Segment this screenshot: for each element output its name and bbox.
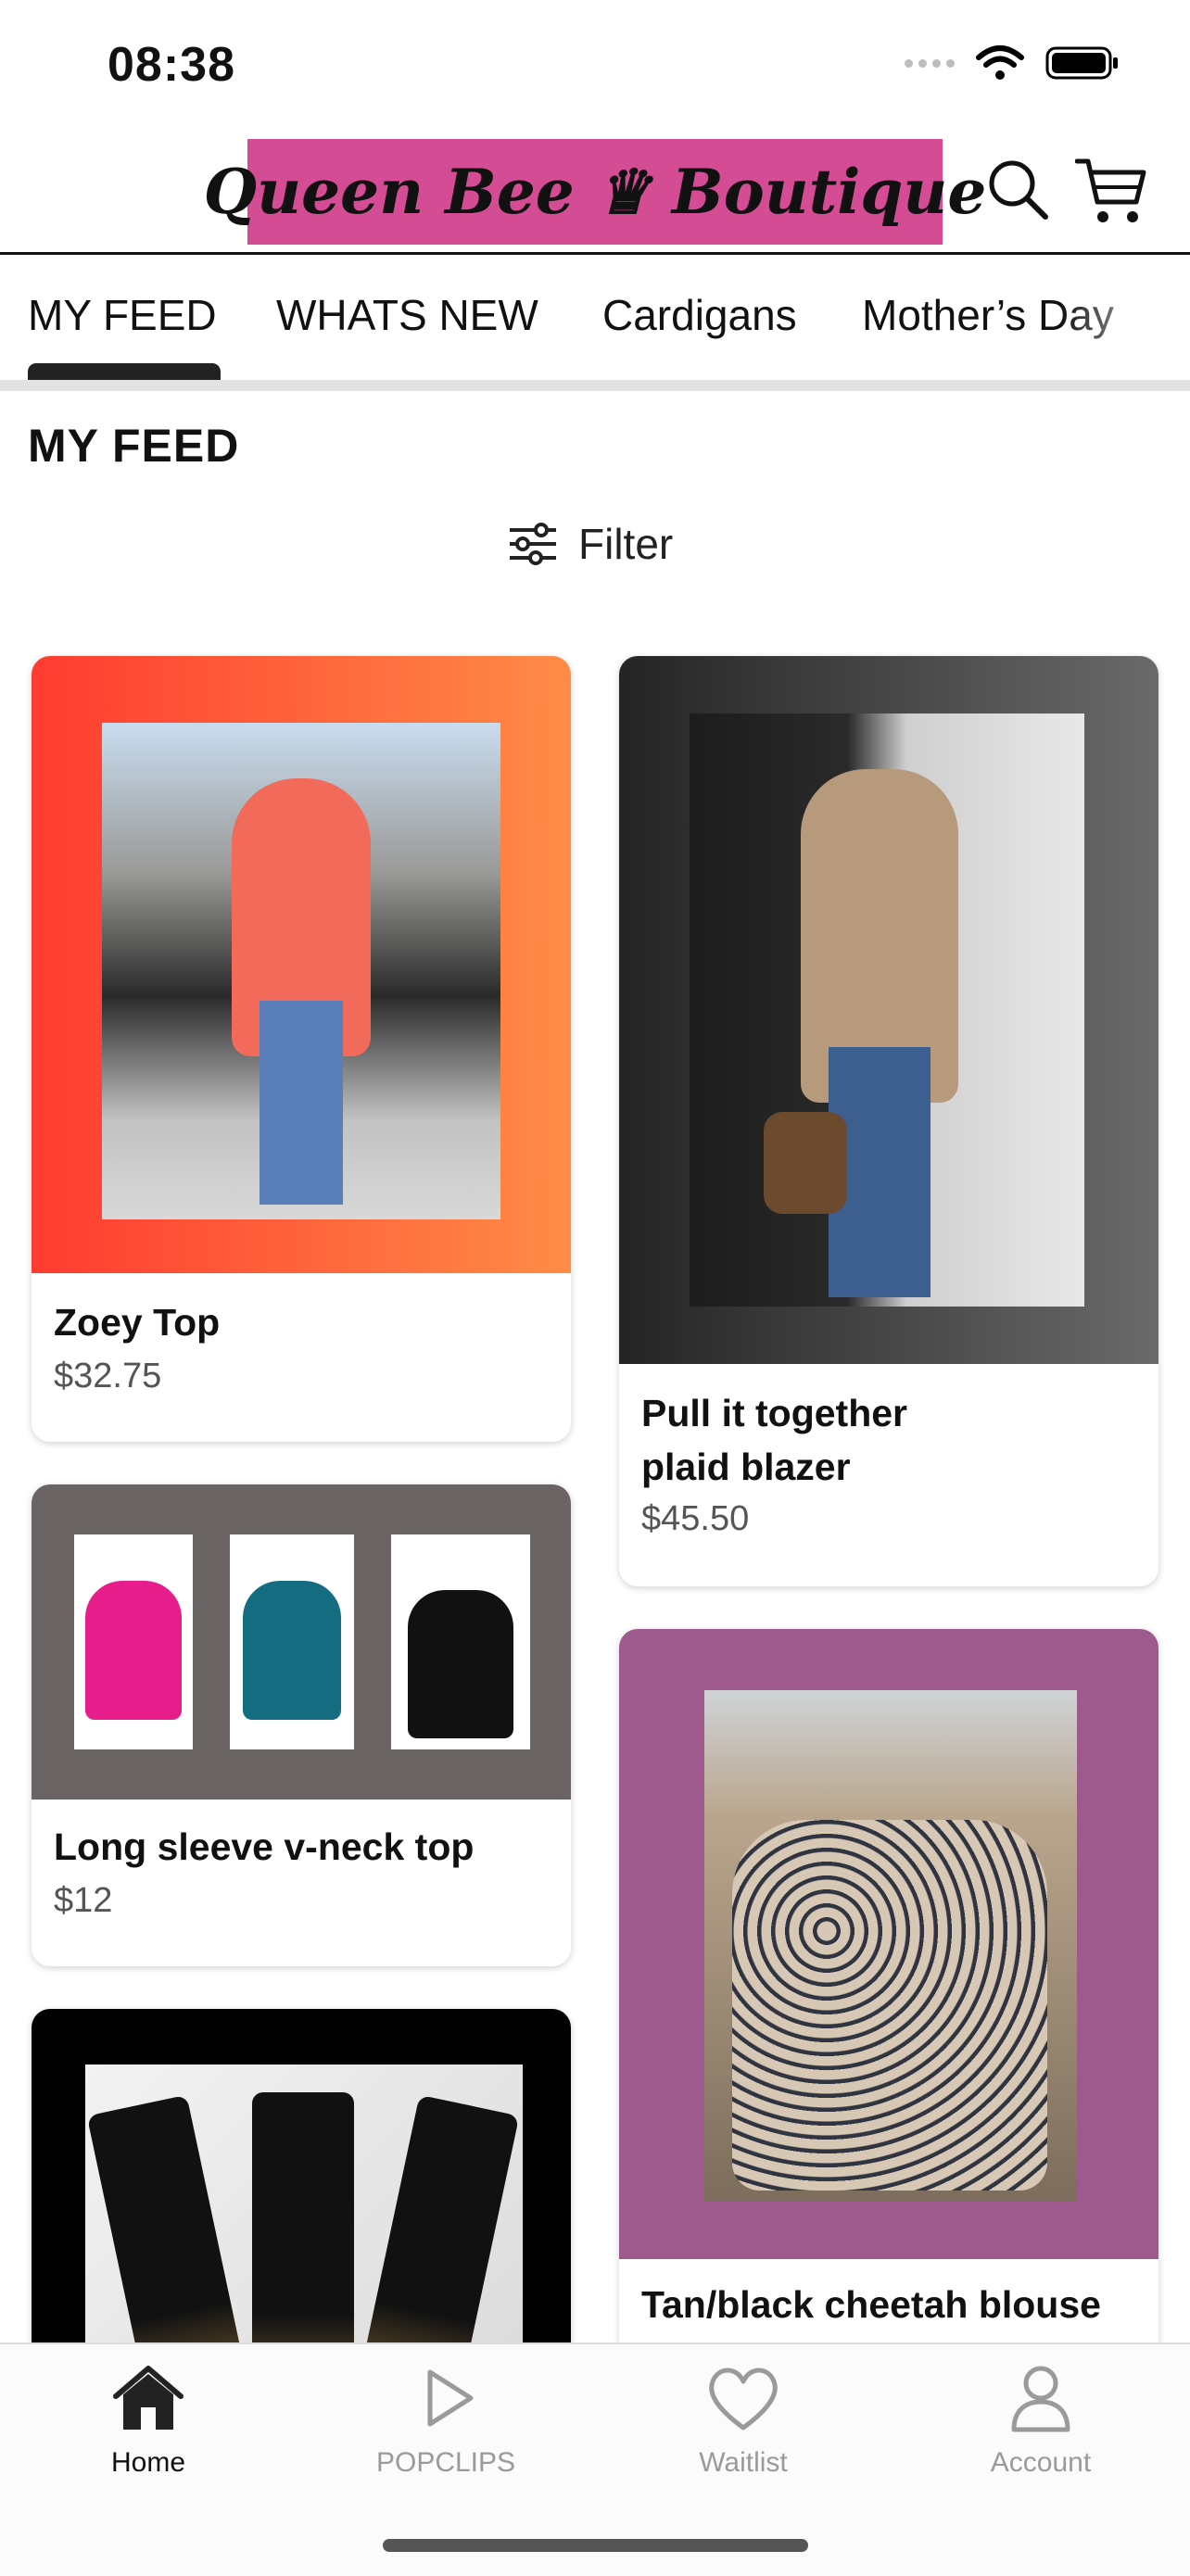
- wifi-icon: [976, 45, 1024, 80]
- tab-whats-new[interactable]: WHATS NEW: [276, 290, 538, 340]
- filter-label: Filter: [578, 520, 674, 568]
- product-image: [32, 1484, 571, 1799]
- product-name: Zoey Top: [54, 1301, 221, 1344]
- product-name: Long sleeve v-neck top: [54, 1825, 475, 1868]
- product-card[interactable]: Pull it together plaid blazer $45.50: [619, 656, 1158, 1586]
- tab-cardigans[interactable]: Cardigans: [602, 290, 797, 340]
- tab-my-feed[interactable]: MY FEED: [28, 290, 217, 340]
- product-card[interactable]: Zoey Top $32.75: [32, 656, 571, 1442]
- store-logo[interactable]: Queen Bee ♛ Boutique: [204, 139, 986, 245]
- nav-label: Waitlist: [699, 2447, 788, 2478]
- home-indicator[interactable]: [383, 2539, 808, 2552]
- nav-popclips[interactable]: POPCLIPS: [335, 2361, 557, 2479]
- product-price: $32.75: [54, 1357, 162, 1395]
- status-time: 08:38: [108, 38, 235, 92]
- home-icon: [113, 2366, 184, 2430]
- header-divider: [0, 252, 1190, 255]
- nav-label: Account: [990, 2447, 1092, 2478]
- product-price: $12: [54, 1881, 113, 1920]
- cart-button[interactable]: [1074, 156, 1147, 226]
- tabs-fade: [1060, 278, 1190, 371]
- product-name: Pull it together plaid blazer: [641, 1392, 907, 1488]
- search-icon: [989, 160, 1048, 220]
- person-icon: [1011, 2366, 1070, 2432]
- tabs-divider: [0, 380, 1190, 391]
- signal-icon: [905, 58, 955, 68]
- product-photo: [690, 713, 1084, 1307]
- page-title: MY FEED: [28, 420, 240, 472]
- play-icon: [427, 2369, 474, 2427]
- nav-label: Home: [110, 2447, 186, 2478]
- nav-waitlist[interactable]: Waitlist: [632, 2361, 855, 2479]
- search-button[interactable]: [984, 156, 1051, 222]
- cart-icon: [1074, 158, 1146, 222]
- product-photo: [704, 1690, 1077, 2202]
- product-photo: [230, 1534, 354, 1749]
- battery-icon: [1045, 46, 1118, 80]
- product-price: $45.50: [641, 1499, 750, 1538]
- filter-button[interactable]: Filter: [508, 519, 673, 569]
- nav-account[interactable]: Account: [930, 2361, 1152, 2479]
- heart-icon: [709, 2368, 778, 2431]
- active-tab-indicator: [28, 363, 221, 380]
- status-icons: [905, 44, 1120, 82]
- product-image: [619, 1629, 1158, 2259]
- filter-icon: [510, 523, 556, 565]
- nav-home[interactable]: Home: [37, 2361, 260, 2479]
- product-photo: [74, 1534, 193, 1749]
- product-image: [619, 656, 1158, 1364]
- product-image: [32, 656, 571, 1273]
- product-photo: [391, 1534, 530, 1749]
- nav-label: POPCLIPS: [375, 2447, 516, 2478]
- product-photo: [102, 723, 500, 1219]
- logo-text: Queen Bee ♛ Boutique: [203, 156, 987, 228]
- product-name: Tan/black cheetah blouse: [641, 2283, 1101, 2326]
- product-card[interactable]: Tan/black cheetah blouse: [619, 1629, 1158, 2463]
- product-card[interactable]: Long sleeve v-neck top $12: [32, 1484, 571, 1966]
